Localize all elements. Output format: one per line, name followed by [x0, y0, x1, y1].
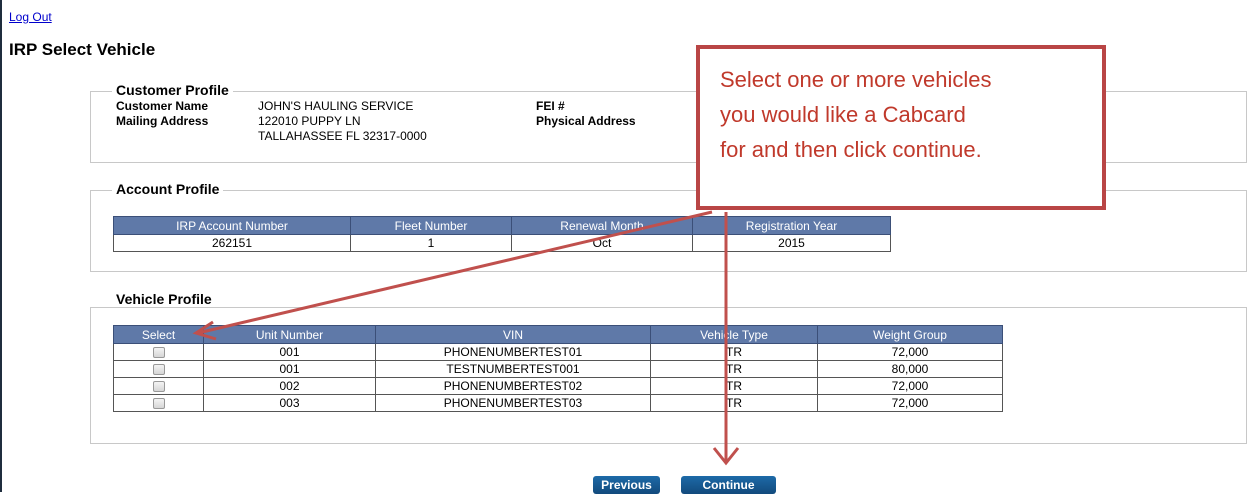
arrow-to-continue-icon: [712, 212, 740, 466]
callout-line: Select one or more vehicles: [720, 67, 992, 92]
arrow-to-select-icon: [192, 210, 713, 341]
instruction-callout: Select one or more vehicles you would li…: [696, 45, 1106, 210]
callout-line: for and then click continue.: [720, 137, 982, 162]
callout-line: you would like a Cabcard: [720, 102, 966, 127]
